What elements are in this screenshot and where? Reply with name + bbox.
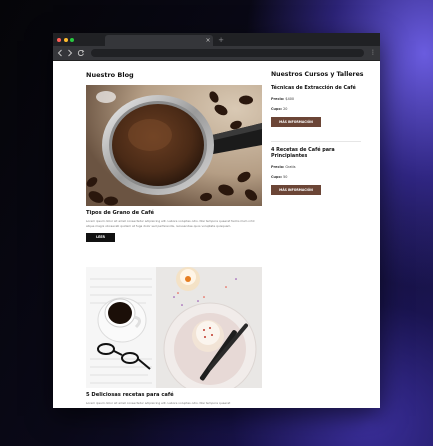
browser-window: × + ⋮ Nuestro Blog Tipos de Grano de Caf… bbox=[53, 33, 380, 408]
course-price: Precio: Gratis bbox=[271, 165, 357, 169]
course-card: 4 Recetas de Café para Principiantes Pre… bbox=[271, 147, 357, 195]
post-excerpt: Lorem ipsum dolor sit amet consectetur a… bbox=[86, 219, 255, 228]
course-price: Precio: $400 bbox=[271, 97, 357, 101]
window-controls bbox=[57, 38, 74, 42]
reload-icon[interactable] bbox=[77, 48, 85, 58]
course-separator bbox=[271, 141, 361, 142]
seats-label: Cupo: bbox=[271, 107, 283, 111]
course-seats: Cupo: 20 bbox=[271, 107, 357, 111]
new-tab-icon[interactable]: + bbox=[217, 35, 225, 45]
browser-menu-icon[interactable]: ⋮ bbox=[369, 48, 377, 58]
blog-post: Tipos de Grano de Café Lorem ipsum dolor… bbox=[86, 85, 262, 251]
coffee-cup-cupcake-photo bbox=[86, 267, 262, 388]
price-label: Precio: bbox=[271, 97, 285, 101]
seats-value: 50 bbox=[283, 175, 288, 179]
read-post-button[interactable]: LEER ENTRADA bbox=[86, 233, 115, 248]
back-icon[interactable] bbox=[56, 48, 64, 58]
navigation-bar: ⋮ bbox=[53, 46, 380, 61]
coffee-portafilter-photo bbox=[86, 85, 262, 206]
more-info-button[interactable]: MÁS INFORMACIÓN bbox=[271, 117, 321, 127]
seats-label: Cupo: bbox=[271, 175, 283, 179]
course-name: 4 Recetas de Café para Principiantes bbox=[271, 147, 335, 159]
price-value: Gratis bbox=[285, 165, 296, 169]
price-value: $400 bbox=[285, 97, 295, 101]
address-bar[interactable] bbox=[91, 49, 364, 57]
courses-heading: Nuestros Cursos y Talleres bbox=[271, 71, 364, 78]
course-seats: Cupo: 50 bbox=[271, 175, 357, 179]
close-window-button[interactable] bbox=[57, 38, 61, 42]
post-title[interactable]: 5 Deliciosas recetas para café bbox=[86, 392, 262, 398]
tab-bar: × + bbox=[53, 33, 380, 46]
tab-close-icon[interactable]: × bbox=[204, 35, 212, 46]
browser-tab[interactable]: × bbox=[105, 35, 213, 46]
blog-post: 5 Deliciosas recetas para café Lorem ips… bbox=[86, 267, 262, 406]
price-label: Precio: bbox=[271, 165, 285, 169]
post-excerpt: Lorem ipsum dolor sit amet consectetur a… bbox=[86, 401, 231, 405]
post-title[interactable]: Tipos de Grano de Café bbox=[86, 210, 262, 216]
forward-icon[interactable] bbox=[66, 48, 74, 58]
blog-heading: Nuestro Blog bbox=[86, 71, 134, 79]
maximize-window-button[interactable] bbox=[70, 38, 74, 42]
page-content: Nuestro Blog Tipos de Grano de Café Lore… bbox=[53, 61, 380, 408]
course-name: Técnicas de Extracción de Café bbox=[271, 85, 356, 91]
more-info-button[interactable]: MÁS INFORMACIÓN bbox=[271, 185, 321, 195]
course-card: Técnicas de Extracción de Café Precio: $… bbox=[271, 85, 357, 127]
seats-value: 20 bbox=[283, 107, 288, 111]
minimize-window-button[interactable] bbox=[63, 38, 68, 42]
